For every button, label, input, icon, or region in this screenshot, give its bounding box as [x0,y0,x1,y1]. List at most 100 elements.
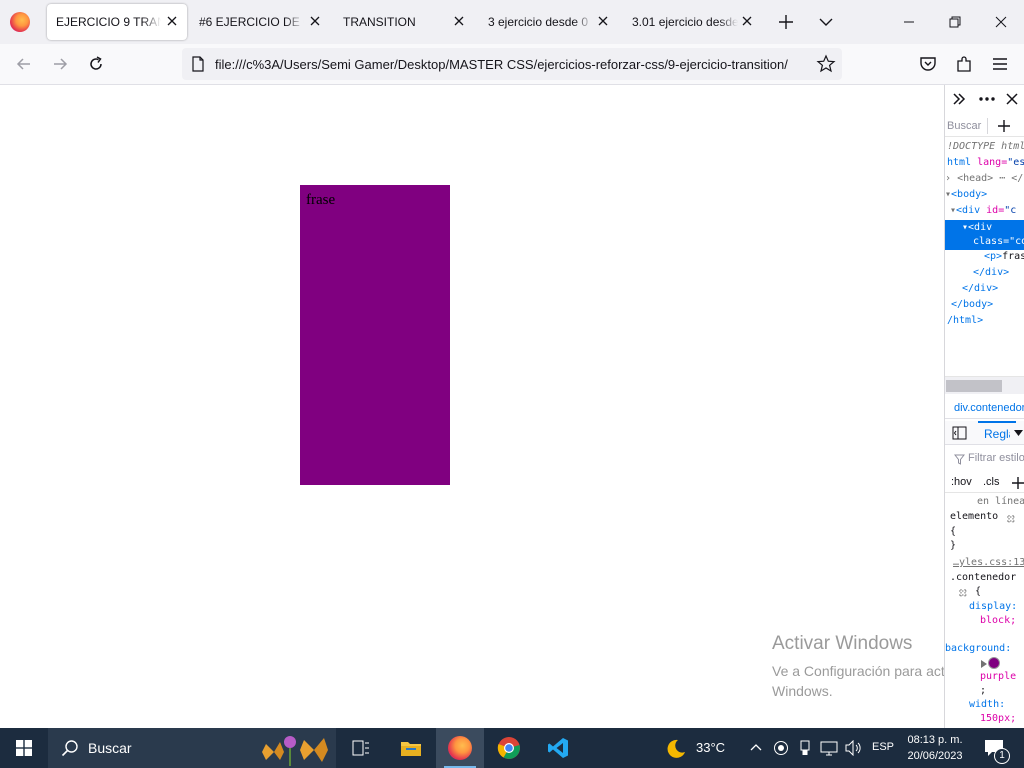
usb-device-icon[interactable] [797,740,813,756]
toggle-sidebar-icon[interactable] [952,426,967,440]
p-text: fras [1002,251,1024,262]
windows-taskbar: Buscar 33°C ESP 08:13 p. m. 20/06/2023 1 [0,728,1024,768]
tabs-dropdown-icon[interactable] [1014,430,1023,436]
language-indicator[interactable]: ESP [872,741,894,753]
contenedor-rule-selector[interactable]: .contenedor [950,572,1016,583]
div-close-tag: </div> [973,267,1010,278]
url-bar[interactable]: file:///c%3A/Users/Semi Gamer/Desktop/MA… [182,48,842,80]
new-tab-icon[interactable] [776,12,796,32]
markup-html[interactable]: html lang="es [947,155,1024,171]
stylesheet-source-link[interactable]: …yles.css:13 [953,557,1024,568]
breadcrumb-item[interactable]: div.contenedor [954,402,1024,414]
chevron-up-icon[interactable] [750,743,762,751]
prop-width-value[interactable]: 150px; [980,713,1016,724]
close-tab-icon[interactable] [452,14,466,28]
forward-arrow-icon[interactable] [50,54,70,74]
markup-search[interactable]: Buscar [945,115,1024,137]
color-swatch[interactable] [988,657,1000,669]
tab-list-chevron-icon[interactable] [816,12,836,32]
prop-width-name[interactable]: width: [969,699,1005,710]
firefox-icon[interactable] [10,12,30,32]
tab-transition[interactable]: TRANSITION [334,4,474,40]
close-tab-icon[interactable] [740,14,754,28]
prop-display-name[interactable]: display: [969,601,1017,612]
grid-highlight-icon[interactable] [1006,514,1016,524]
bookmark-star-icon[interactable] [816,54,836,74]
extensions-icon[interactable] [954,54,974,74]
div-close-tag: </div> [962,283,999,294]
markup-head[interactable]: › <head> ⋯ </he [945,171,1024,187]
hamburger-menu-icon[interactable] [990,54,1010,74]
vscode-taskbar-button[interactable] [534,728,582,768]
network-icon[interactable] [820,740,838,756]
markup-doctype[interactable]: !DOCTYPE html [947,139,1024,155]
weather-temperature[interactable]: 33°C [696,740,725,755]
markup-div-close-outer[interactable]: </div> [962,281,998,297]
hov-toggle[interactable]: :hov [951,476,972,488]
tab-ejercicio-301[interactable]: 3.01 ejercicio desde 0 [622,4,762,40]
expand-arrow[interactable]: › [945,173,951,184]
moon-weather-icon[interactable] [664,739,686,759]
pseudo-class-toolbar: :hov .cls [945,473,1024,493]
markup-html-close[interactable]: /html> [947,313,983,329]
prop-display-value[interactable]: block; [980,615,1016,626]
firefox-taskbar-button[interactable] [436,728,484,768]
markup-body-close[interactable]: </body> [951,297,993,313]
minimize-icon [904,21,914,23]
minimize-button[interactable] [886,0,932,44]
element-rule-selector[interactable]: elemento [950,511,998,522]
windows-start-icon[interactable] [16,740,32,756]
butterfly-flower-illustration [262,736,328,766]
double-chevron-icon[interactable] [952,92,966,106]
task-view-button[interactable] [338,728,384,768]
expand-arrow-icon[interactable] [981,660,987,668]
close-tab-icon[interactable] [596,14,610,28]
system-clock[interactable]: 08:13 p. m. 20/06/2023 [902,732,968,764]
markup-p[interactable]: <p>fras [984,249,1024,265]
more-options-icon[interactable] [978,92,996,106]
close-tab-icon[interactable] [308,14,322,28]
url-text[interactable]: file:///c%3A/Users/Semi Gamer/Desktop/MA… [215,57,810,72]
notification-center-button[interactable]: 1 [976,728,1022,768]
restore-button[interactable] [932,0,978,44]
pocket-icon[interactable] [918,54,938,74]
cls-toggle[interactable]: .cls [983,476,1000,488]
filter-placeholder: Filtrar estilos [968,452,1024,464]
tab-ejercicio-6[interactable]: #6 EJERCICIO DE CSS [190,4,330,40]
html-tag: html [947,157,972,168]
markup-body[interactable]: ▾<body> [945,187,987,203]
chrome-taskbar-button[interactable] [485,728,533,768]
taskbar-search[interactable]: Buscar [48,728,336,768]
grid-highlight-icon[interactable] [958,588,968,598]
close-window-button[interactable] [978,0,1024,44]
body-close-tag: </body> [951,299,994,310]
markup-horizontal-scrollbar[interactable] [945,376,1024,394]
close-tab-icon[interactable] [165,14,179,28]
styles-filter[interactable]: Filtrar estilos [945,449,1024,469]
page-viewport: frase Activar Windows Ve a Configuración… [0,85,967,728]
html-attr-value: "es [1007,157,1024,168]
reload-icon[interactable] [86,54,106,74]
tab-ejercicio-3[interactable]: 3 ejercicio desde 0 [478,4,618,40]
tab-ejercicio-9[interactable]: EJERCICIO 9 TRANSITIONS [47,4,187,40]
tab-label: EJERCICIO 9 TRANSITIONS [56,15,161,29]
navigation-bar: file:///c%3A/Users/Semi Gamer/Desktop/MA… [0,44,1024,85]
selected-class-attr: class="co [973,236,1024,247]
watermark-title: Activar Windows [772,633,913,654]
file-explorer-button[interactable] [387,728,435,768]
scrollbar-thumb[interactable] [946,380,1002,392]
prop-background-name[interactable]: background: [945,643,1011,654]
record-icon[interactable] [773,740,789,756]
div-id-attr: id= [986,205,1005,216]
prop-background-value[interactable]: purple [980,671,1016,682]
markup-div-contenedor[interactable]: ▾<div id="c [950,203,1016,219]
volume-icon[interactable] [844,740,862,756]
markup-div-close[interactable]: </div> [973,265,1009,281]
markup-selected-node[interactable]: ▾<div class="co [945,220,1024,250]
tab-rules[interactable]: Reglas [978,421,1016,445]
back-arrow-icon[interactable] [14,54,34,74]
add-node-icon[interactable] [997,119,1011,133]
close-devtools-icon[interactable] [1005,92,1019,106]
add-rule-icon[interactable] [1012,477,1024,489]
ellipsis-badge[interactable]: ⋯ [993,173,1011,184]
